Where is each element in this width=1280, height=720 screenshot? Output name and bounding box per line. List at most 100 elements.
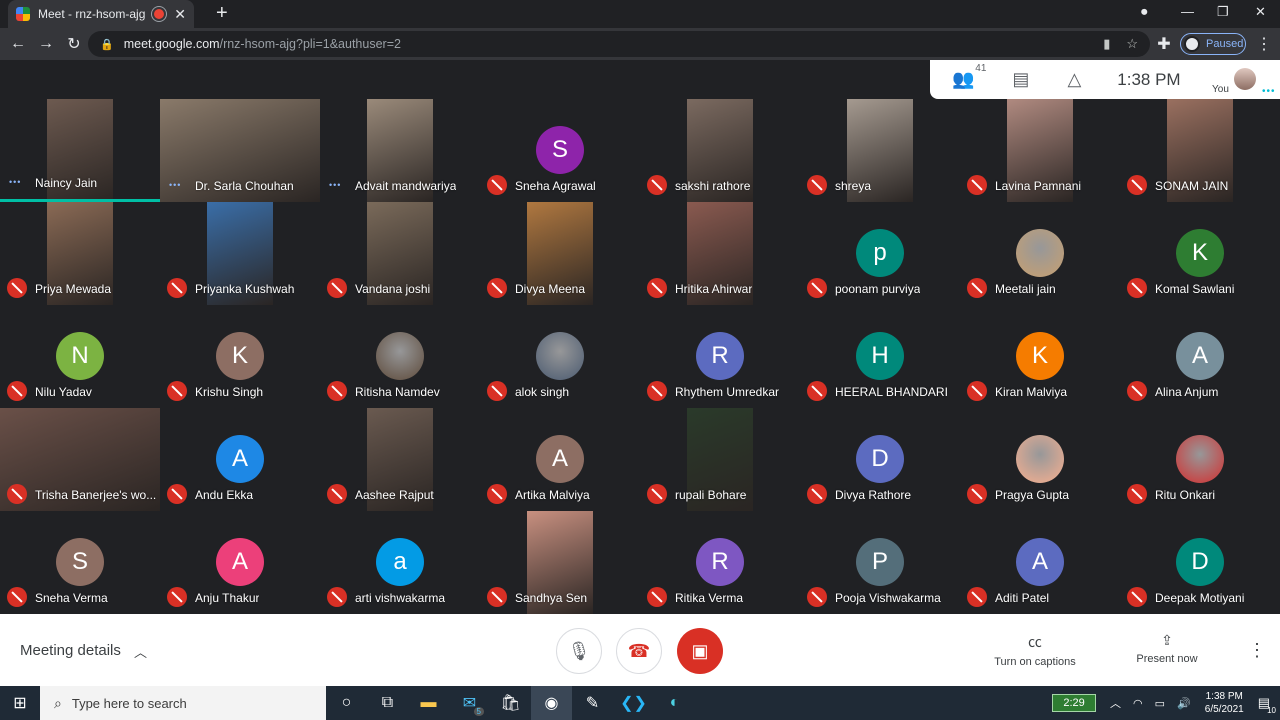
leave-call-button[interactable]: ☎ bbox=[616, 628, 662, 674]
bookmark-star-icon[interactable]: ☆ bbox=[1126, 36, 1138, 52]
forward-icon[interactable]: → bbox=[32, 35, 60, 53]
participant-tile[interactable]: R Ritika Verma bbox=[640, 511, 800, 614]
store-icon[interactable]: 🛍 bbox=[490, 686, 531, 720]
participant-tile[interactable]: A Andu Ekka bbox=[160, 408, 320, 511]
participant-tile[interactable]: H HEERAL BHANDARI bbox=[800, 305, 960, 408]
participant-tile[interactable]: Divya Meena bbox=[480, 202, 640, 305]
participant-tile[interactable]: a arti vishwakarma bbox=[320, 511, 480, 614]
profile-button[interactable]: Paused bbox=[1180, 33, 1246, 55]
participant-tile[interactable]: Pragya Gupta bbox=[960, 408, 1120, 511]
participant-tile[interactable]: S Sneha Verma bbox=[0, 511, 160, 614]
participant-tile[interactable]: Ritisha Namdev bbox=[320, 305, 480, 408]
present-icon: ⇪ bbox=[1161, 632, 1173, 648]
participant-tile[interactable]: K Kiran Malviya bbox=[960, 305, 1120, 408]
mic-muted-icon bbox=[327, 278, 347, 298]
reload-icon[interactable]: ↻ bbox=[60, 34, 88, 54]
participant-tile[interactable]: p poonam purviya bbox=[800, 202, 960, 305]
file-explorer-icon[interactable]: ▬ bbox=[408, 686, 449, 720]
chat-icon[interactable]: ▤ bbox=[1012, 69, 1029, 90]
participant-tile[interactable]: Ritu Onkari bbox=[1120, 408, 1280, 511]
present-now-button[interactable]: ⇪ Present now bbox=[1107, 632, 1227, 665]
chrome-icon[interactable]: ◉ bbox=[531, 686, 572, 720]
participant-name: Ritika Verma bbox=[675, 591, 744, 605]
participant-tile[interactable]: A Anju Thakur bbox=[160, 511, 320, 614]
extensions-icon[interactable]: ✚ bbox=[1150, 34, 1178, 54]
participant-tile[interactable]: S Sneha Agrawal bbox=[480, 99, 640, 202]
participant-tile[interactable]: Meetali jain bbox=[960, 202, 1120, 305]
notepad-icon[interactable]: ✎ bbox=[572, 686, 613, 720]
participant-tile[interactable]: Priyanka Kushwah bbox=[160, 202, 320, 305]
media-control-icon[interactable]: ⏺ bbox=[1141, 4, 1148, 20]
close-tab-icon[interactable]: ✕ bbox=[174, 6, 186, 23]
participant-tile[interactable]: Sandhya Sen bbox=[480, 511, 640, 614]
tray-expand-icon[interactable]: ︿ bbox=[1110, 695, 1121, 711]
edge-icon[interactable]: ◐ bbox=[654, 686, 695, 720]
self-avatar[interactable] bbox=[1234, 68, 1256, 90]
camera-indicator-icon[interactable]: ▮ bbox=[1103, 36, 1110, 52]
mic-muted-icon bbox=[967, 278, 987, 298]
people-icon[interactable]: 👥 41 bbox=[952, 63, 986, 90]
mail-icon[interactable]: ✉ 5 bbox=[449, 686, 490, 720]
participant-name: Naincy Jain bbox=[35, 176, 98, 190]
system-tray: 2:29 ︿ ◠ ▭ 🔊 1:38 PM 6/5/2021 ▤ 10 bbox=[1052, 686, 1280, 720]
microphone-button[interactable]: 🎙 bbox=[556, 628, 602, 674]
participant-tile[interactable]: Aashee Rajput bbox=[320, 408, 480, 511]
maximize-icon[interactable]: ❐ bbox=[1217, 4, 1229, 20]
participant-tile[interactable]: N Nilu Yadav bbox=[0, 305, 160, 408]
cortana-icon[interactable]: ○ bbox=[326, 686, 367, 720]
audio-level-icon: ••• bbox=[329, 180, 342, 190]
participant-tile[interactable]: A Alina Anjum bbox=[1120, 305, 1280, 408]
participant-name: Divya Meena bbox=[515, 282, 586, 296]
windows-start-icon[interactable]: ⊞ bbox=[0, 693, 40, 713]
camera-off-button[interactable]: ▣ bbox=[677, 628, 723, 674]
minimize-icon[interactable]: — bbox=[1181, 4, 1194, 19]
wifi-icon[interactable]: ◠ bbox=[1133, 697, 1143, 710]
participant-tile[interactable]: K Krishu Singh bbox=[160, 305, 320, 408]
participant-tile[interactable]: D Divya Rathore bbox=[800, 408, 960, 511]
participant-tile[interactable]: shreya bbox=[800, 99, 960, 202]
taskbar-clock[interactable]: 1:38 PM 6/5/2021 bbox=[1205, 690, 1244, 716]
participant-tile[interactable]: Lavina Pamnani bbox=[960, 99, 1120, 202]
participant-tile[interactable]: A Artika Malviya bbox=[480, 408, 640, 511]
participant-tile[interactable]: ••• Advait mandwariya bbox=[320, 99, 480, 202]
more-options-icon[interactable]: ⋮ bbox=[1248, 640, 1266, 661]
participant-tile[interactable]: ••• Dr. Sarla Chouhan bbox=[160, 99, 320, 202]
vscode-icon[interactable]: ❮❯ bbox=[613, 686, 654, 720]
address-bar[interactable]: 🔒 meet.google.com /rnz-hsom-ajg?pli=1&au… bbox=[88, 31, 1150, 57]
participant-tile[interactable]: Trisha Banerjee's wo... bbox=[0, 408, 160, 511]
browser-tab-meet[interactable]: Meet - rnz-hsom-ajg ✕ bbox=[8, 0, 194, 28]
participant-tile[interactable]: alok singh bbox=[480, 305, 640, 408]
participant-tile[interactable]: A Aditi Patel bbox=[960, 511, 1120, 614]
participant-tile[interactable]: Vandana joshi bbox=[320, 202, 480, 305]
meeting-details-button[interactable]: Meeting details bbox=[20, 642, 121, 659]
chevron-up-icon[interactable]: ︿ bbox=[134, 642, 147, 661]
close-window-icon[interactable]: ✕ bbox=[1255, 4, 1266, 20]
battery-indicator[interactable]: 2:29 bbox=[1052, 694, 1097, 712]
participant-name: Alina Anjum bbox=[1155, 385, 1219, 399]
task-view-icon[interactable]: ⧉ bbox=[367, 686, 408, 720]
battery-icon[interactable]: ▭ bbox=[1155, 697, 1165, 710]
participant-tile[interactable]: D Deepak Motiyani bbox=[1120, 511, 1280, 614]
participant-name: Aditi Patel bbox=[995, 591, 1050, 605]
participant-avatar: K bbox=[1016, 332, 1064, 380]
notification-icon[interactable]: ▤ 10 bbox=[1258, 695, 1276, 715]
participant-tile[interactable]: K Komal Sawlani bbox=[1120, 202, 1280, 305]
participant-tile[interactable]: rupali Bohare bbox=[640, 408, 800, 511]
participant-tile[interactable]: sakshi rathore bbox=[640, 99, 800, 202]
taskbar-search[interactable]: ⌕ Type here to search bbox=[40, 686, 326, 720]
volume-icon[interactable]: 🔊 bbox=[1177, 697, 1191, 710]
participant-name: sakshi rathore bbox=[675, 179, 751, 193]
participant-tile[interactable]: P Pooja Vishwakarma bbox=[800, 511, 960, 614]
browser-toolbar: ← → ↻ 🔒 meet.google.com /rnz-hsom-ajg?pl… bbox=[0, 28, 1280, 60]
captions-button[interactable]: ㏄ Turn on captions bbox=[975, 632, 1095, 668]
participant-tile[interactable]: SONAM JAIN bbox=[1120, 99, 1280, 202]
new-tab-icon[interactable]: + bbox=[216, 3, 228, 23]
back-icon[interactable]: ← bbox=[4, 35, 32, 53]
browser-menu-icon[interactable]: ⋮ bbox=[1250, 34, 1278, 54]
mic-muted-icon bbox=[487, 175, 507, 195]
participant-tile[interactable]: Priya Mewada bbox=[0, 202, 160, 305]
participant-tile[interactable]: Hritika Ahirwar bbox=[640, 202, 800, 305]
participant-tile[interactable]: ••• Naincy Jain bbox=[0, 99, 160, 202]
activities-icon[interactable]: △ bbox=[1067, 69, 1081, 90]
participant-tile[interactable]: R Rhythem Umredkar bbox=[640, 305, 800, 408]
